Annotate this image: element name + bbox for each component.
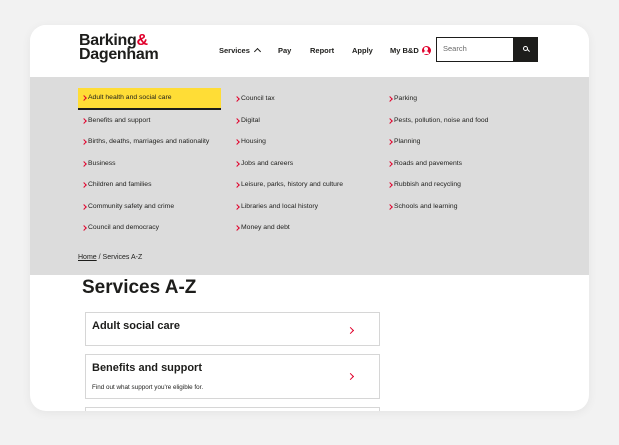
breadcrumb-current: Services A-Z bbox=[102, 254, 143, 261]
breadcrumb-separator: / bbox=[98, 254, 101, 261]
menu-item-community-safety[interactable]: Community safety and crime bbox=[78, 196, 221, 218]
service-card-benefits-and-support[interactable]: Benefits and support Find out what suppo… bbox=[85, 354, 380, 399]
menu-item-leisure[interactable]: Leisure, parks, history and culture bbox=[231, 174, 343, 196]
menu-item-business[interactable]: Business bbox=[78, 153, 221, 175]
menu-item-children[interactable]: Children and families bbox=[78, 174, 221, 196]
chevron-right-icon bbox=[234, 117, 240, 124]
menu-item-pests[interactable]: Pests, pollution, noise and food bbox=[384, 110, 488, 132]
council-logo[interactable]: Barking& Dagenham bbox=[79, 33, 159, 63]
chevron-up-icon bbox=[253, 47, 261, 56]
breadcrumb: Home / Services A-Z bbox=[78, 254, 142, 261]
chevron-right-icon bbox=[387, 203, 393, 210]
chevron-right-icon bbox=[81, 160, 87, 167]
menu-item-benefits[interactable]: Benefits and support bbox=[78, 110, 221, 132]
nav-services[interactable]: Services bbox=[219, 46, 261, 56]
chevron-right-icon bbox=[346, 326, 355, 335]
menu-item-money[interactable]: Money and debt bbox=[231, 217, 343, 239]
menu-item-rubbish[interactable]: Rubbish and recycling bbox=[384, 174, 488, 196]
menu-item-council-tax[interactable]: Council tax bbox=[231, 88, 343, 110]
chevron-right-icon bbox=[234, 225, 240, 231]
chevron-right-icon bbox=[81, 203, 87, 210]
service-card-title: Benefits and support bbox=[92, 362, 203, 374]
menu-item-housing[interactable]: Housing bbox=[231, 131, 343, 153]
nav-my-account[interactable]: My B&D bbox=[390, 45, 431, 56]
nav-services-label: Services bbox=[219, 46, 250, 55]
page-title: Services A-Z bbox=[82, 277, 197, 298]
menu-item-births-deaths[interactable]: Births, deaths, marriages and nationalit… bbox=[78, 131, 221, 153]
nav-report[interactable]: Report bbox=[310, 46, 334, 55]
chevron-right-icon bbox=[387, 182, 393, 188]
chevron-right-icon bbox=[387, 160, 393, 167]
nav-pay[interactable]: Pay bbox=[278, 46, 291, 55]
service-card-adult-social-care[interactable]: Adult social care bbox=[85, 312, 380, 346]
service-card-description: Find out what support you're eligible fo… bbox=[92, 384, 204, 391]
nav-apply[interactable]: Apply bbox=[352, 46, 373, 55]
chevron-right-icon bbox=[81, 182, 87, 188]
menu-item-digital[interactable]: Digital bbox=[231, 110, 343, 132]
menu-item-libraries[interactable]: Libraries and local history bbox=[231, 196, 343, 218]
chevron-right-icon bbox=[81, 117, 87, 124]
site-header: Barking& Dagenham Services Pay Report Ap… bbox=[30, 25, 589, 77]
chevron-right-icon bbox=[234, 96, 240, 102]
service-card-title: Adult social care bbox=[92, 320, 181, 332]
nav-my-account-label: My B&D bbox=[390, 46, 419, 55]
search-box bbox=[436, 37, 514, 62]
chevron-right-icon bbox=[81, 225, 87, 231]
chevron-right-icon bbox=[81, 139, 87, 145]
search-button[interactable] bbox=[514, 37, 538, 62]
page-card: Barking& Dagenham Services Pay Report Ap… bbox=[30, 25, 589, 411]
menu-item-adult-health[interactable]: Adult health and social care bbox=[78, 88, 221, 110]
menu-column-1: Adult health and social care Benefits an… bbox=[78, 88, 221, 239]
user-icon bbox=[421, 45, 431, 55]
logo-line2: Dagenham bbox=[79, 46, 159, 63]
search-input[interactable] bbox=[437, 38, 513, 59]
menu-item-schools[interactable]: Schools and learning bbox=[384, 196, 488, 218]
menu-column-3: Parking Pests, pollution, noise and food… bbox=[384, 88, 488, 217]
service-card-next[interactable] bbox=[85, 407, 380, 411]
chevron-right-icon bbox=[387, 117, 393, 124]
chevron-right-icon bbox=[234, 160, 240, 167]
menu-column-2: Council tax Digital Housing Jobs and car… bbox=[231, 88, 343, 239]
chevron-right-icon bbox=[81, 95, 87, 101]
chevron-right-icon bbox=[346, 372, 355, 381]
chevron-right-icon bbox=[387, 139, 393, 145]
chevron-right-icon bbox=[234, 203, 240, 210]
breadcrumb-home-link[interactable]: Home bbox=[78, 254, 97, 261]
services-mega-menu: Adult health and social care Benefits an… bbox=[30, 77, 589, 275]
chevron-right-icon bbox=[387, 96, 393, 102]
menu-item-roads[interactable]: Roads and pavements bbox=[384, 153, 488, 175]
chevron-right-icon bbox=[234, 139, 240, 145]
menu-item-council-democracy[interactable]: Council and democracy bbox=[78, 217, 221, 239]
menu-item-planning[interactable]: Planning bbox=[384, 131, 488, 153]
menu-item-parking[interactable]: Parking bbox=[384, 88, 488, 110]
menu-item-jobs[interactable]: Jobs and careers bbox=[231, 153, 343, 175]
chevron-right-icon bbox=[234, 182, 240, 188]
